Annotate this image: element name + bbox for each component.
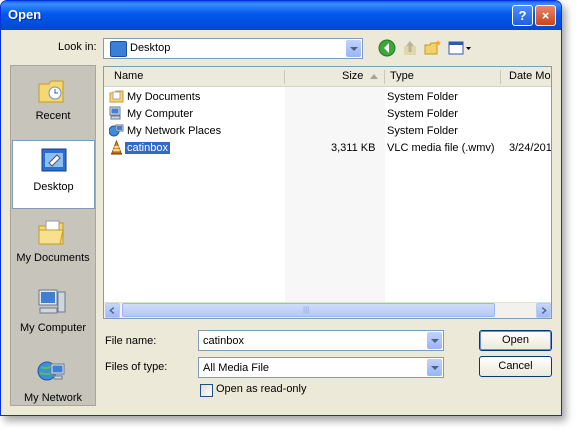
up-folder-icon[interactable] xyxy=(401,39,419,57)
window-title: Open xyxy=(8,7,42,22)
place-label: My Network xyxy=(23,392,83,404)
column-header-name[interactable]: Name xyxy=(114,70,143,82)
help-button[interactable]: ? xyxy=(512,5,533,26)
file-size: 3,311 KB xyxy=(331,142,376,154)
files-of-type-select[interactable]: All Media File xyxy=(198,357,444,378)
place-recent[interactable]: Recent xyxy=(11,70,95,136)
scrollbar-thumb[interactable]: ||| xyxy=(122,303,495,317)
chevron-down-icon[interactable] xyxy=(346,40,361,57)
place-my-network[interactable]: My Network xyxy=(11,352,95,406)
file-row[interactable]: My Network Places System Folder xyxy=(104,123,551,139)
column-header-date[interactable]: Date Mo xyxy=(509,70,551,82)
recent-folder-icon xyxy=(38,80,64,103)
file-type: System Folder xyxy=(387,125,458,137)
place-label: My Documents xyxy=(16,252,90,264)
back-icon[interactable] xyxy=(378,39,396,57)
my-computer-icon xyxy=(38,289,66,314)
file-date: 3/24/201 xyxy=(509,142,552,154)
file-type: System Folder xyxy=(387,91,458,103)
file-name-input[interactable]: catinbox xyxy=(198,330,444,351)
look-in-value: Desktop xyxy=(130,42,171,54)
views-menu-icon[interactable] xyxy=(448,39,472,57)
cancel-button[interactable]: Cancel xyxy=(479,356,552,377)
file-row-selected[interactable]: catinbox 3,311 KB VLC media file (.wmv) … xyxy=(104,140,551,156)
open-button[interactable]: Open xyxy=(479,330,552,351)
place-label: Desktop xyxy=(33,181,74,193)
folder-icon xyxy=(109,90,124,103)
place-label: My Computer xyxy=(19,322,87,334)
desktop-icon xyxy=(110,41,127,57)
file-name: My Computer xyxy=(127,108,194,120)
look-in-label: Look in: xyxy=(58,41,97,53)
files-of-type-value: All Media File xyxy=(203,362,270,374)
file-name: My Documents xyxy=(127,91,201,103)
sort-ascending-icon xyxy=(370,74,378,79)
computer-icon xyxy=(109,106,121,120)
scroll-right-button[interactable] xyxy=(536,303,551,318)
column-header-size[interactable]: Size xyxy=(342,70,363,82)
file-name: catinbox xyxy=(125,142,170,154)
my-documents-icon xyxy=(38,220,64,245)
column-header-type[interactable]: Type xyxy=(390,70,414,82)
file-list[interactable]: Name Size Type Date Mo My Documents Syst… xyxy=(103,66,552,319)
column-divider[interactable] xyxy=(384,70,385,84)
places-bar: Recent Desktop My Documents My Computer … xyxy=(10,65,96,406)
place-label: Recent xyxy=(35,110,71,122)
chevron-down-icon[interactable] xyxy=(427,332,442,349)
scroll-left-button[interactable] xyxy=(105,303,120,318)
place-desktop[interactable]: Desktop xyxy=(12,140,95,209)
file-row[interactable]: My Computer System Folder xyxy=(104,106,551,122)
file-name-label: File name: xyxy=(105,335,157,347)
place-my-documents[interactable]: My Documents xyxy=(11,212,95,278)
files-of-type-label: Files of type: xyxy=(105,361,168,373)
file-name-value: catinbox xyxy=(203,335,244,347)
vlc-cone-icon xyxy=(111,140,122,155)
horizontal-scrollbar[interactable]: ||| xyxy=(104,302,551,318)
network-icon xyxy=(109,124,124,137)
file-type: System Folder xyxy=(387,108,458,120)
desktop-icon xyxy=(41,148,67,172)
file-name: My Network Places xyxy=(127,125,222,137)
title-bar[interactable]: Open ? × xyxy=(1,1,561,30)
my-network-icon xyxy=(37,361,65,381)
file-type: VLC media file (.wmv) xyxy=(387,142,495,154)
file-row[interactable]: My Documents System Folder xyxy=(104,89,551,105)
open-dialog: Open ? × Look in: Desktop Recent Desktop… xyxy=(0,0,562,416)
list-header: Name Size Type Date Mo xyxy=(104,67,551,87)
read-only-checkbox[interactable] xyxy=(200,384,213,397)
read-only-label[interactable]: Open as read-only xyxy=(216,383,307,395)
column-divider[interactable] xyxy=(284,70,285,84)
column-divider[interactable] xyxy=(500,70,501,84)
close-button[interactable]: × xyxy=(535,5,556,26)
look-in-dropdown[interactable]: Desktop xyxy=(103,38,363,59)
scrollbar-grip: ||| xyxy=(303,305,310,314)
place-my-computer[interactable]: My Computer xyxy=(11,282,95,348)
new-folder-icon[interactable] xyxy=(424,39,442,57)
chevron-down-icon[interactable] xyxy=(427,359,442,376)
